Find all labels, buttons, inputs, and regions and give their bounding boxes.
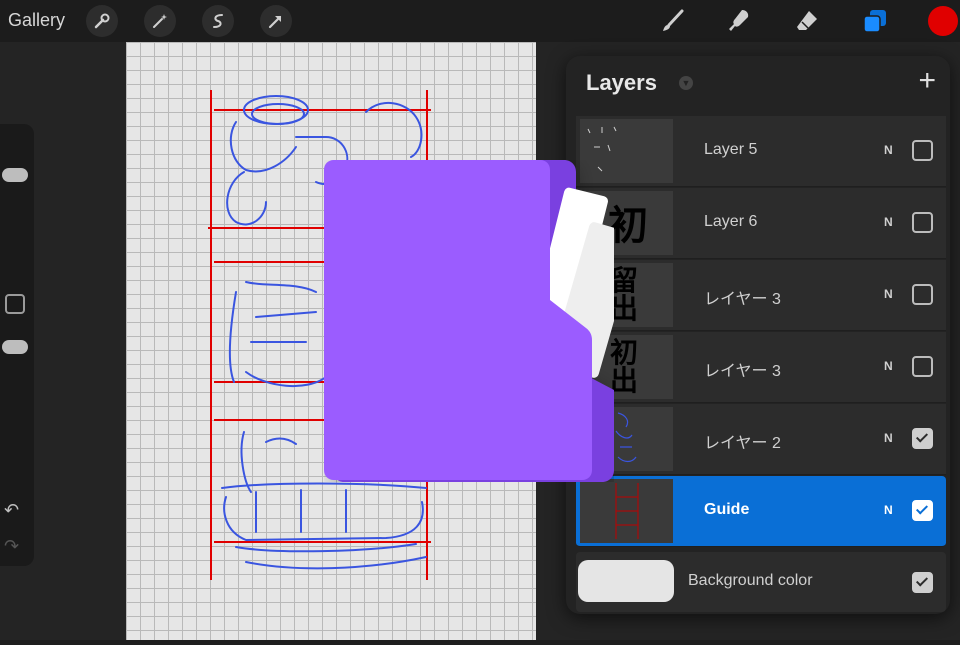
layer-row[interactable]: 初出 レイヤー 3 N xyxy=(576,332,946,403)
visibility-checkbox[interactable] xyxy=(912,356,933,377)
chevron-down-icon[interactable]: ▼ xyxy=(679,76,693,90)
thumbnail-glyph: 初 xyxy=(608,203,648,249)
blend-mode-button[interactable]: N xyxy=(884,359,893,373)
selection-icon[interactable] xyxy=(202,5,234,37)
blend-mode-button[interactable]: N xyxy=(884,287,893,301)
layer-name: レイヤー 2 xyxy=(704,435,781,452)
add-layer-button[interactable]: + xyxy=(918,64,936,98)
transform-arrow-icon[interactable] xyxy=(260,5,292,37)
top-toolbar: Gallery xyxy=(0,0,960,42)
redo-icon[interactable]: ↷ xyxy=(4,536,19,557)
blend-mode-button[interactable]: N xyxy=(884,215,893,229)
layer-row[interactable]: Layer 5 N xyxy=(576,116,946,187)
blend-mode-button[interactable]: N xyxy=(884,143,893,157)
eraser-icon[interactable] xyxy=(792,6,822,36)
background-color-row[interactable]: Background color xyxy=(576,552,946,612)
layer-row[interactable]: 初 Layer 6 N xyxy=(576,188,946,259)
background-color-swatch[interactable] xyxy=(578,560,674,602)
visibility-checkbox[interactable] xyxy=(912,140,933,161)
blend-mode-button[interactable]: N xyxy=(884,503,893,517)
visibility-checkbox[interactable] xyxy=(912,284,933,305)
blend-mode-button[interactable]: N xyxy=(884,431,893,445)
background-color-label: Background color xyxy=(688,572,813,589)
visibility-checkbox[interactable] xyxy=(912,428,933,449)
brush-size-slider[interactable] xyxy=(2,168,28,182)
visibility-checkbox[interactable] xyxy=(912,212,933,233)
layer-row[interactable]: レイヤー 2 N xyxy=(576,404,946,475)
thumbnail-glyph: 初出 xyxy=(610,336,639,397)
layer-name: Guide xyxy=(704,501,750,518)
undo-icon[interactable]: ↶ xyxy=(4,500,19,521)
layer-thumbnail xyxy=(580,479,673,543)
wrench-icon[interactable] xyxy=(86,5,118,37)
panel-title: Layers xyxy=(586,70,657,95)
layer-row-selected[interactable]: Guide N xyxy=(576,476,946,547)
left-sidebar: ↶ ↷ xyxy=(0,124,34,566)
folder-icon xyxy=(324,160,638,482)
layers-panel: Layers ▼ + Layer 5 N 初 Layer 6 N 留出 レイヤー… xyxy=(566,56,950,614)
visibility-checkbox[interactable] xyxy=(912,572,933,593)
gallery-button[interactable]: Gallery xyxy=(8,10,65,31)
color-picker-swatch[interactable] xyxy=(928,6,958,36)
smudge-icon[interactable] xyxy=(724,6,754,36)
visibility-checkbox[interactable] xyxy=(912,500,933,521)
layer-name: Layer 6 xyxy=(704,213,758,230)
thumbnail-glyph: 留出 xyxy=(610,264,639,325)
brush-icon[interactable] xyxy=(658,6,688,36)
layer-name: Layer 5 xyxy=(704,141,758,158)
magic-wand-icon[interactable] xyxy=(144,5,176,37)
opacity-slider[interactable] xyxy=(2,340,28,354)
layer-row[interactable]: 留出 レイヤー 3 N xyxy=(576,260,946,331)
layer-name: レイヤー 3 xyxy=(704,291,781,308)
layer-name: レイヤー 3 xyxy=(704,363,781,380)
layers-icon[interactable] xyxy=(860,6,890,36)
modify-button[interactable] xyxy=(5,294,25,314)
